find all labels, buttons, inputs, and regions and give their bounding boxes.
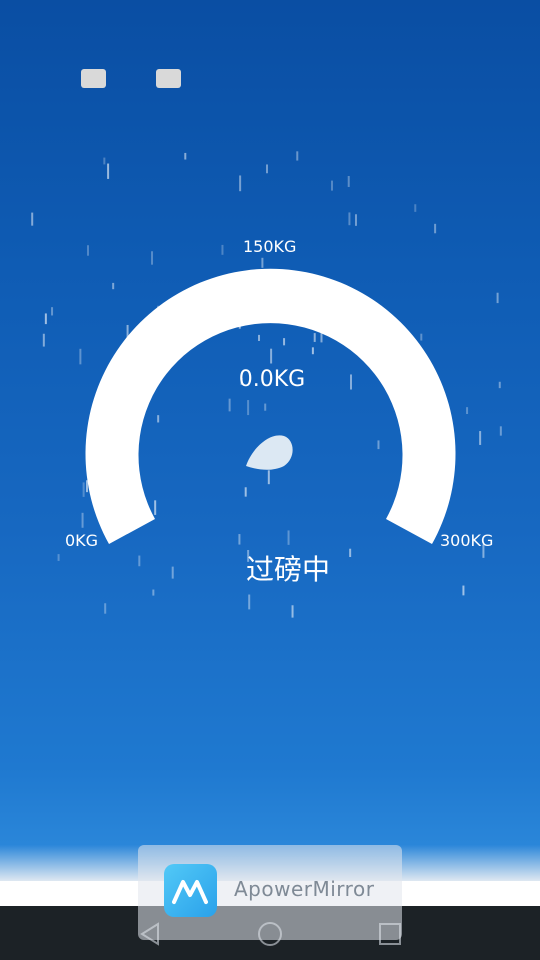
apowermirror-overlay[interactable]: ApowerMirror: [138, 845, 402, 940]
gauge-needle: [246, 435, 293, 470]
weighing-screen: 0KG 150KG 300KG 0.0KG 过磅中 ApowerMirror: [0, 0, 540, 960]
weight-reading: 0.0KG: [238, 367, 306, 392]
weight-gauge: [85, 268, 456, 544]
gauge-mid-label: 150KG: [243, 237, 297, 256]
apowermirror-logo-icon: [164, 864, 217, 917]
gauge-arc: [85, 268, 456, 544]
apowermirror-label: ApowerMirror: [234, 877, 375, 901]
weighing-status: 过磅中: [245, 553, 330, 586]
